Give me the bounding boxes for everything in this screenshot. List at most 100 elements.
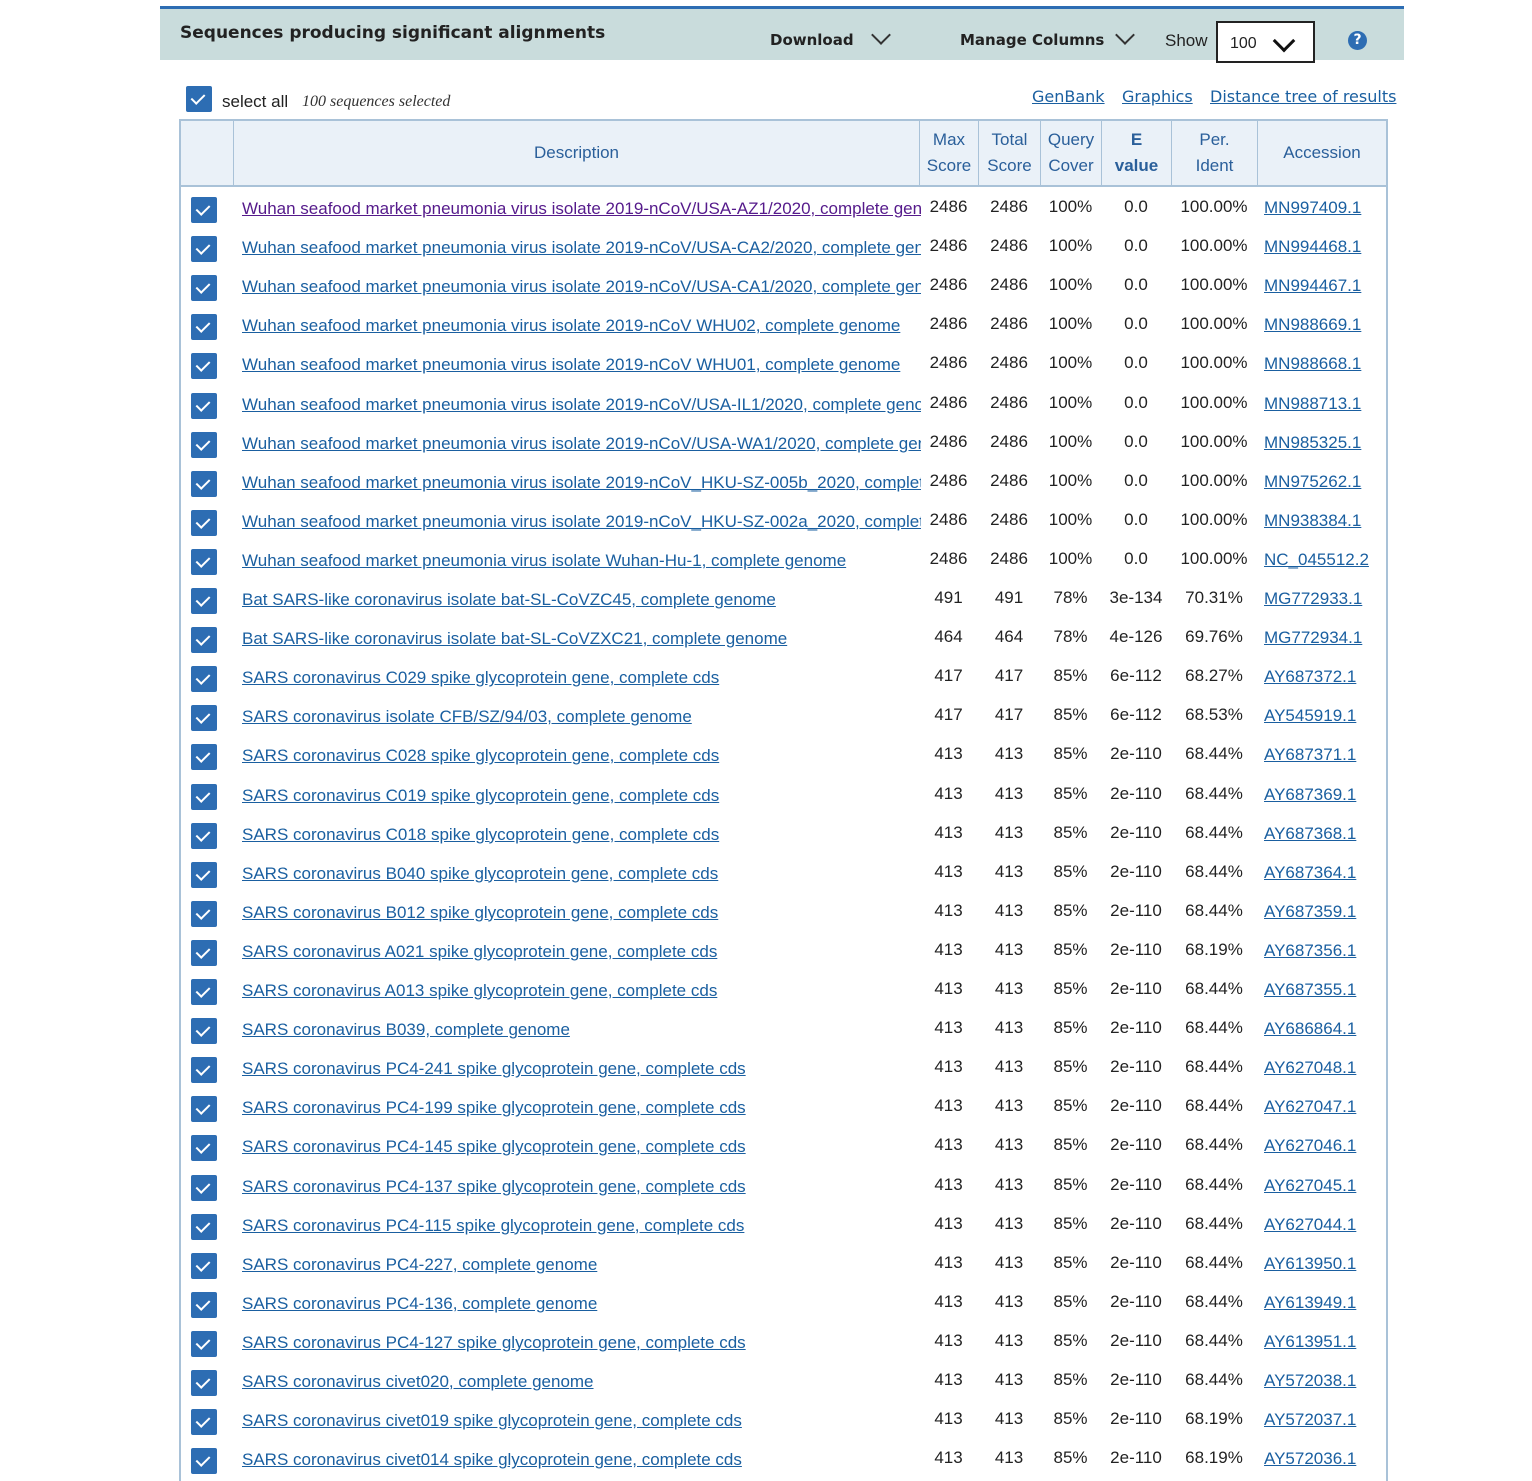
description-link[interactable]: SARS coronavirus PC4-145 spike glycoprot…	[242, 1137, 921, 1157]
accession-link[interactable]: AY545919.1	[1264, 706, 1356, 726]
description-link[interactable]: SARS coronavirus PC4-136, complete genom…	[242, 1294, 921, 1314]
description-link[interactable]: SARS coronavirus civet020, complete geno…	[242, 1372, 921, 1392]
description-link[interactable]: SARS coronavirus C019 spike glycoprotein…	[242, 786, 921, 806]
description-link[interactable]: Wuhan seafood market pneumonia virus iso…	[242, 473, 921, 493]
manage-columns-chevron-icon[interactable]	[1115, 25, 1135, 45]
description-link[interactable]: Wuhan seafood market pneumonia virus iso…	[242, 355, 921, 375]
accession-link[interactable]: AY627047.1	[1264, 1097, 1356, 1117]
accession-link[interactable]: MN938384.1	[1264, 511, 1361, 531]
row-checkbox[interactable]	[191, 861, 217, 888]
row-checkbox[interactable]	[191, 1057, 217, 1084]
description-link[interactable]: SARS coronavirus PC4-227, complete genom…	[242, 1255, 921, 1275]
accession-link[interactable]: AY627044.1	[1264, 1215, 1356, 1235]
col-per-ident[interactable]: Per. Ident	[1171, 121, 1257, 185]
row-checkbox[interactable]	[191, 1135, 217, 1162]
accession-link[interactable]: AY687364.1	[1264, 863, 1356, 883]
accession-link[interactable]: MN988713.1	[1264, 394, 1361, 414]
accession-link[interactable]: AY572037.1	[1264, 1410, 1356, 1430]
row-checkbox[interactable]	[191, 314, 217, 341]
col-description[interactable]: Description	[233, 121, 919, 185]
row-checkbox[interactable]	[191, 392, 217, 419]
help-icon[interactable]: ?	[1348, 31, 1367, 50]
accession-link[interactable]: NC_045512.2	[1264, 550, 1369, 570]
row-checkbox[interactable]	[191, 548, 217, 575]
description-link[interactable]: SARS coronavirus civet014 spike glycopro…	[242, 1450, 921, 1470]
accession-link[interactable]: MN994468.1	[1264, 237, 1361, 257]
distance-tree-link[interactable]: Distance tree of results	[1210, 87, 1396, 106]
row-checkbox[interactable]	[191, 822, 217, 849]
accession-link[interactable]: MN985325.1	[1264, 433, 1361, 453]
col-total-score[interactable]: Total Score	[978, 121, 1040, 185]
graphics-link[interactable]: Graphics	[1122, 87, 1193, 106]
description-link[interactable]: Bat SARS-like coronavirus isolate bat-SL…	[242, 629, 921, 649]
description-link[interactable]: Wuhan seafood market pneumonia virus iso…	[242, 395, 921, 415]
row-checkbox[interactable]	[191, 1330, 217, 1357]
description-link[interactable]: SARS coronavirus PC4-137 spike glycoprot…	[242, 1177, 921, 1197]
accession-link[interactable]: MN988669.1	[1264, 315, 1361, 335]
row-checkbox[interactable]	[191, 470, 217, 497]
description-link[interactable]: SARS coronavirus B012 spike glycoprotein…	[242, 903, 921, 923]
description-link[interactable]: SARS coronavirus PC4-115 spike glycoprot…	[242, 1216, 921, 1236]
description-link[interactable]: Bat SARS-like coronavirus isolate bat-SL…	[242, 590, 921, 610]
description-link[interactable]: SARS coronavirus C029 spike glycoprotein…	[242, 668, 921, 688]
row-checkbox[interactable]	[191, 588, 217, 614]
row-checkbox[interactable]	[191, 275, 217, 302]
row-checkbox[interactable]	[191, 979, 217, 1005]
row-checkbox[interactable]	[191, 1174, 217, 1201]
description-link[interactable]: Wuhan seafood market pneumonia virus iso…	[242, 551, 921, 571]
accession-link[interactable]: AY687369.1	[1264, 785, 1356, 805]
row-checkbox[interactable]	[191, 197, 217, 223]
row-checkbox[interactable]	[191, 744, 217, 771]
accession-link[interactable]: AY572036.1	[1264, 1449, 1356, 1469]
accession-link[interactable]: AY687368.1	[1264, 824, 1356, 844]
download-chevron-icon[interactable]	[871, 25, 891, 45]
description-link[interactable]: SARS coronavirus C028 spike glycoprotein…	[242, 746, 921, 766]
show-count-select[interactable]: 100	[1216, 21, 1315, 63]
manage-columns-button[interactable]: Manage Columns	[960, 31, 1104, 49]
col-accession[interactable]: Accession	[1257, 121, 1386, 185]
description-link[interactable]: SARS coronavirus C018 spike glycoprotein…	[242, 825, 921, 845]
accession-link[interactable]: AY686864.1	[1264, 1019, 1356, 1039]
accession-link[interactable]: AY687359.1	[1264, 902, 1356, 922]
col-query-cover[interactable]: Query Cover	[1040, 121, 1101, 185]
row-checkbox[interactable]	[191, 236, 217, 263]
row-checkbox[interactable]	[191, 1213, 217, 1240]
accession-link[interactable]: AY687372.1	[1264, 667, 1356, 687]
row-checkbox[interactable]	[191, 353, 217, 380]
row-checkbox[interactable]	[191, 1252, 217, 1279]
description-link[interactable]: Wuhan seafood market pneumonia virus iso…	[242, 512, 921, 532]
genbank-link[interactable]: GenBank	[1032, 87, 1105, 106]
row-checkbox[interactable]	[191, 627, 217, 654]
accession-link[interactable]: MN988668.1	[1264, 354, 1361, 374]
row-checkbox[interactable]	[191, 783, 217, 810]
row-checkbox[interactable]	[191, 939, 217, 966]
description-link[interactable]: Wuhan seafood market pneumonia virus iso…	[242, 277, 921, 297]
row-checkbox[interactable]	[191, 1448, 217, 1475]
row-checkbox[interactable]	[191, 509, 217, 536]
accession-link[interactable]: AY627046.1	[1264, 1136, 1356, 1156]
accession-link[interactable]: AY687356.1	[1264, 941, 1356, 961]
accession-link[interactable]: AY627045.1	[1264, 1176, 1356, 1196]
description-link[interactable]: Wuhan seafood market pneumonia virus iso…	[242, 316, 921, 336]
description-link[interactable]: SARS coronavirus PC4-127 spike glycoprot…	[242, 1333, 921, 1353]
row-checkbox[interactable]	[191, 1018, 217, 1045]
description-link[interactable]: SARS coronavirus PC4-241 spike glycoprot…	[242, 1059, 921, 1079]
accession-link[interactable]: MN997409.1	[1264, 198, 1361, 218]
description-link[interactable]: Wuhan seafood market pneumonia virus iso…	[242, 434, 921, 454]
select-all-label[interactable]: select all	[222, 92, 288, 112]
description-link[interactable]: SARS coronavirus isolate CFB/SZ/94/03, c…	[242, 707, 921, 727]
description-link[interactable]: SARS coronavirus A021 spike glycoprotein…	[242, 942, 921, 962]
description-link[interactable]: SARS coronavirus B039, complete genome	[242, 1020, 921, 1040]
select-all-checkbox[interactable]	[186, 86, 212, 112]
description-link[interactable]: SARS coronavirus A013 spike glycoprotein…	[242, 981, 921, 1001]
description-link[interactable]: Wuhan seafood market pneumonia virus iso…	[242, 238, 921, 258]
accession-link[interactable]: MN994467.1	[1264, 276, 1361, 296]
col-evalue[interactable]: Evalue	[1101, 121, 1171, 185]
accession-link[interactable]: AY613951.1	[1264, 1332, 1356, 1352]
accession-link[interactable]: MN975262.1	[1264, 472, 1361, 492]
row-checkbox[interactable]	[191, 1096, 217, 1123]
row-checkbox[interactable]	[191, 705, 217, 732]
row-checkbox[interactable]	[191, 666, 217, 693]
col-max-score[interactable]: Max Score	[919, 121, 978, 185]
accession-link[interactable]: AY613950.1	[1264, 1254, 1356, 1274]
